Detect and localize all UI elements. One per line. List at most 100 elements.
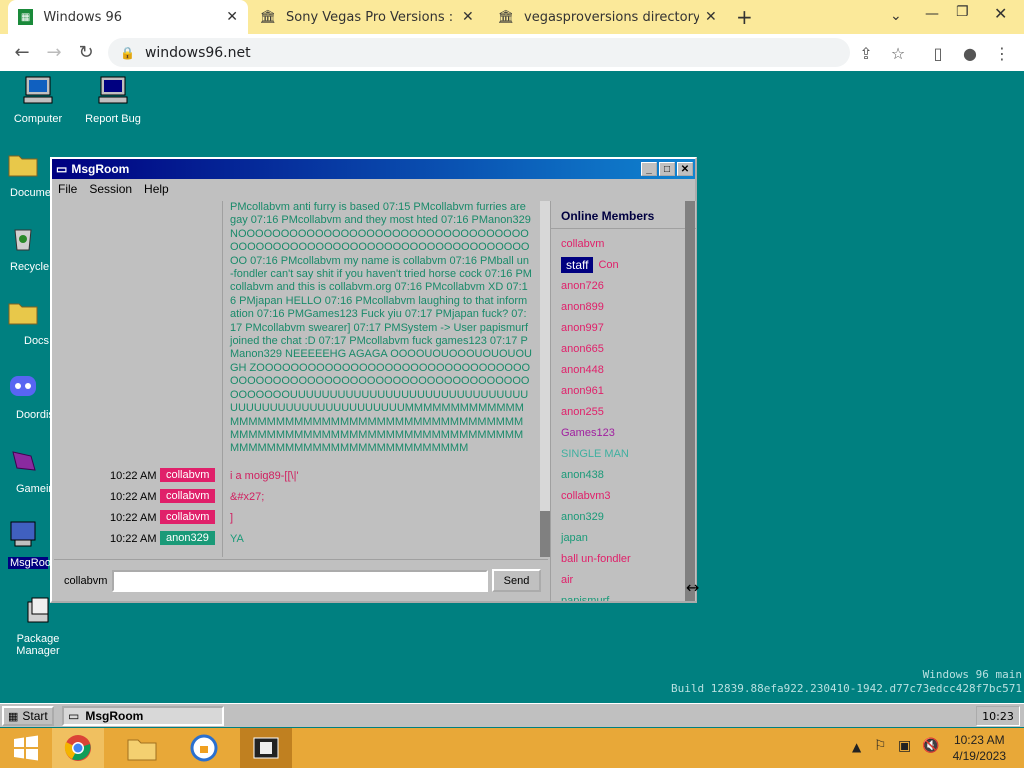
- start-logo-icon: ▦: [8, 710, 19, 723]
- desktop-icon-package-manager[interactable]: Package Manager: [0, 594, 76, 657]
- build-info: Windows 96 main Build 12839.88efa922.230…: [671, 668, 1022, 696]
- volume-muted-icon[interactable]: 🔇: [922, 738, 939, 754]
- message-nick[interactable]: collabvm: [160, 510, 216, 524]
- member-item[interactable]: collabvm: [551, 233, 696, 254]
- member-item[interactable]: anon438: [551, 464, 696, 485]
- close-tab-icon[interactable]: ✕: [462, 9, 474, 25]
- start-button[interactable]: ▦ Start: [2, 706, 54, 726]
- member-item[interactable]: anon961: [551, 380, 696, 401]
- system-date: 4/19/2023: [952, 749, 1006, 763]
- menu-help[interactable]: Help: [138, 182, 175, 196]
- side-panel-icon[interactable]: ▯: [924, 39, 952, 67]
- member-name: ball un-fondler: [561, 552, 631, 565]
- message-nick[interactable]: collabvm: [160, 489, 216, 503]
- system-clock[interactable]: 10:23 AM 4/19/2023: [953, 732, 1006, 764]
- restore-icon[interactable]: ❐: [956, 4, 969, 20]
- url-text: windows96.net: [144, 44, 251, 61]
- icon-label: Gamein: [16, 483, 55, 495]
- flag-icon[interactable]: ⚐: [874, 738, 887, 754]
- desktop-icon-discord[interactable]: Doordis: [0, 370, 54, 421]
- window-title: MsgRoom: [71, 162, 130, 176]
- menu-session[interactable]: Session: [83, 182, 138, 196]
- member-item[interactable]: collabvm3: [551, 485, 696, 506]
- forward-icon[interactable]: →: [38, 36, 70, 68]
- windows-start-icon[interactable]: [0, 728, 52, 768]
- member-item[interactable]: japan: [551, 527, 696, 548]
- member-name: papismurf: [561, 594, 610, 602]
- share-icon[interactable]: ⇪: [852, 39, 880, 67]
- desktop-icon-msgroom[interactable]: MsgRoo: [0, 518, 51, 569]
- desktop-icon-recycle[interactable]: Recycle: [0, 222, 50, 273]
- send-button[interactable]: Send: [492, 569, 541, 592]
- folder-icon: [8, 155, 38, 177]
- window-titlebar[interactable]: ▭ MsgRoom _ □ ✕: [52, 159, 695, 179]
- member-item[interactable]: anon665: [551, 338, 696, 359]
- member-name: anon997: [561, 321, 604, 334]
- desktop-icon-docs[interactable]: Docs: [0, 296, 50, 347]
- message-nick[interactable]: anon329: [160, 531, 215, 545]
- tab-title: Windows 96: [43, 9, 123, 25]
- member-item[interactable]: Games123: [551, 422, 696, 443]
- close-window-icon[interactable]: ✕: [994, 4, 1007, 23]
- menu-file[interactable]: File: [52, 182, 83, 196]
- menu-kebab-icon[interactable]: ⋮: [988, 39, 1016, 67]
- discord-icon: [10, 376, 36, 396]
- taskbar-item-msgroom[interactable]: ▭ MsgRoom: [62, 706, 224, 726]
- close-tab-icon[interactable]: ✕: [705, 9, 717, 25]
- reload-icon[interactable]: ↻: [70, 36, 102, 68]
- member-item[interactable]: anon255: [551, 401, 696, 422]
- close-button[interactable]: ✕: [677, 162, 693, 176]
- member-item[interactable]: papismurf: [551, 590, 696, 602]
- minimize-button[interactable]: _: [641, 162, 657, 176]
- address-bar[interactable]: 🔒 windows96.net: [108, 38, 850, 67]
- chrome-taskbar-icon[interactable]: [52, 728, 104, 768]
- desktop-icon-computer[interactable]: Computer: [0, 74, 76, 125]
- tab-search-icon[interactable]: ⌄: [890, 8, 902, 24]
- maximize-button[interactable]: □: [659, 162, 675, 176]
- desktop-icon-games[interactable]: Gamein: [0, 444, 55, 495]
- member-item[interactable]: air: [551, 569, 696, 590]
- close-tab-icon[interactable]: ✕: [226, 9, 238, 25]
- member-item[interactable]: SINGLE MAN: [551, 443, 696, 464]
- chat-row: 10:22 AM collabvm ]: [54, 509, 550, 527]
- show-hidden-icons[interactable]: ▲: [852, 740, 861, 754]
- message-nick[interactable]: collabvm: [160, 468, 216, 482]
- member-item[interactable]: anon329: [551, 506, 696, 527]
- minimize-icon[interactable]: —: [925, 6, 939, 22]
- member-item[interactable]: anon726: [551, 275, 696, 296]
- member-name: japan: [561, 531, 588, 544]
- bookmark-star-icon[interactable]: ☆: [884, 39, 912, 67]
- desktop-icon-report-bug[interactable]: Report Bug: [75, 74, 151, 125]
- host-taskbar: ▲ ⚐ ▣ 🔇 10:23 AM 4/19/2023: [0, 728, 1024, 768]
- back-icon[interactable]: ←: [6, 36, 38, 68]
- message-input[interactable]: [112, 569, 488, 592]
- vpn-taskbar-icon[interactable]: [178, 728, 230, 768]
- start-label: Start: [22, 709, 48, 723]
- desktop-icon-documents[interactable]: Docume: [0, 148, 51, 199]
- member-item[interactable]: anon448: [551, 359, 696, 380]
- message-time: 10:22 AM: [110, 533, 157, 545]
- tab-vegasproversions[interactable]: 🏛 vegasproversions directory listin ✕: [488, 0, 728, 34]
- members-scrollbar[interactable]: [685, 201, 695, 601]
- chat-scrollbar-thumb[interactable]: [540, 511, 550, 557]
- icon-label: Recycle: [10, 261, 50, 273]
- network-icon[interactable]: ▣: [898, 738, 911, 754]
- video-app-taskbar-icon[interactable]: [240, 728, 292, 768]
- member-name: air: [561, 573, 574, 586]
- message-time: 10:22 AM: [110, 491, 157, 503]
- member-name: anon665: [561, 342, 604, 355]
- tab-windows96[interactable]: ▦ Windows 96 ✕: [8, 0, 248, 34]
- member-item[interactable]: anon899: [551, 296, 696, 317]
- tab-title: vegasproversions directory listin: [524, 9, 699, 25]
- member-item[interactable]: anon997: [551, 317, 696, 338]
- browser-tabbar: ▦ Windows 96 ✕ 🏛 Sony Vegas Pro Versions…: [0, 0, 1024, 34]
- new-tab-button[interactable]: +: [736, 5, 753, 29]
- tab-sony-vegas[interactable]: 🏛 Sony Vegas Pro Versions : Free D ✕: [250, 0, 488, 34]
- member-item[interactable]: staff Con: [551, 254, 696, 275]
- chat-pane[interactable]: PMcollabvm anti furry is based 07:15 PMc…: [54, 201, 550, 557]
- profile-avatar-icon[interactable]: ●: [956, 39, 984, 67]
- chat-scrollbar[interactable]: [540, 201, 550, 557]
- member-item[interactable]: ball un-fondler: [551, 548, 696, 569]
- file-explorer-taskbar-icon[interactable]: [116, 728, 168, 768]
- task-label: MsgRoom: [85, 709, 144, 723]
